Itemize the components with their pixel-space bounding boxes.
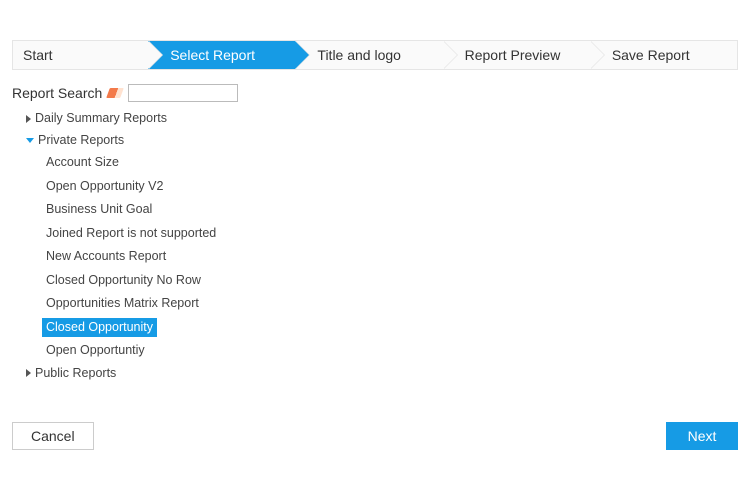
folder-daily-summary-reports[interactable]: Daily Summary Reports: [12, 108, 738, 130]
button-label: Next: [688, 428, 717, 444]
step-save-report[interactable]: Save Report: [590, 41, 737, 69]
eraser-icon[interactable]: [106, 88, 124, 98]
tree-item-joined-report-not-supported[interactable]: Joined Report is not supported: [12, 222, 738, 246]
folder-label: Daily Summary Reports: [35, 110, 167, 128]
folder-label: Public Reports: [35, 365, 116, 383]
next-button[interactable]: Next: [666, 422, 738, 450]
report-search-label: Report Search: [12, 85, 102, 101]
caret-down-icon: [26, 138, 34, 143]
tree-folder: Daily Summary Reports: [12, 108, 738, 130]
tree-item-label: Opportunities Matrix Report: [42, 294, 203, 314]
tree-item-label: Joined Report is not supported: [42, 224, 220, 244]
tree-item-new-accounts-report[interactable]: New Accounts Report: [12, 245, 738, 269]
step-report-preview[interactable]: Report Preview: [443, 41, 590, 69]
wizard-steps: Start Select Report Title and logo Repor…: [12, 40, 738, 70]
report-search-row: Report Search: [12, 84, 738, 102]
button-label: Cancel: [31, 428, 75, 444]
tree-item-opportunities-matrix-report[interactable]: Opportunities Matrix Report: [12, 292, 738, 316]
folder-public-reports[interactable]: Public Reports: [12, 363, 738, 385]
step-label: Title and logo: [317, 47, 401, 63]
folder-private-reports[interactable]: Private Reports: [12, 130, 738, 152]
report-search-input[interactable]: [128, 84, 238, 102]
tree-item-open-opportunity-v2[interactable]: Open Opportunity V2: [12, 175, 738, 199]
folder-children: Account Size Open Opportunity V2 Busines…: [12, 151, 738, 363]
tree-item-label: Account Size: [42, 153, 123, 173]
step-select-report[interactable]: Select Report: [148, 41, 295, 69]
caret-right-icon: [26, 369, 31, 377]
tree-item-open-opportunity[interactable]: Open Opportuntiy: [12, 339, 738, 363]
step-start[interactable]: Start: [13, 41, 148, 69]
wizard-page: Start Select Report Title and logo Repor…: [0, 0, 750, 500]
wizard-footer: Cancel Next: [12, 422, 738, 450]
tree-item-label: New Accounts Report: [42, 247, 170, 267]
step-label: Select Report: [170, 47, 255, 63]
step-label: Save Report: [612, 47, 690, 63]
step-label: Start: [23, 47, 53, 63]
tree-item-account-size[interactable]: Account Size: [12, 151, 738, 175]
step-label: Report Preview: [465, 47, 561, 63]
tree-item-label: Business Unit Goal: [42, 200, 156, 220]
tree-folder: Private Reports Account Size Open Opport…: [12, 130, 738, 363]
tree-item-closed-opportunity-no-row[interactable]: Closed Opportunity No Row: [12, 269, 738, 293]
step-title-and-logo[interactable]: Title and logo: [295, 41, 442, 69]
report-tree: Daily Summary Reports Private Reports Ac…: [12, 108, 738, 384]
tree-item-business-unit-goal[interactable]: Business Unit Goal: [12, 198, 738, 222]
tree-folder: Public Reports: [12, 363, 738, 385]
tree-item-label: Open Opportunity V2: [42, 177, 167, 197]
folder-label: Private Reports: [38, 132, 124, 150]
tree-item-closed-opportunity[interactable]: Closed Opportunity: [12, 316, 738, 340]
cancel-button[interactable]: Cancel: [12, 422, 94, 450]
tree-item-label: Closed Opportunity No Row: [42, 271, 205, 291]
tree-item-label: Open Opportuntiy: [42, 341, 149, 361]
tree-item-label: Closed Opportunity: [42, 318, 157, 338]
caret-right-icon: [26, 115, 31, 123]
